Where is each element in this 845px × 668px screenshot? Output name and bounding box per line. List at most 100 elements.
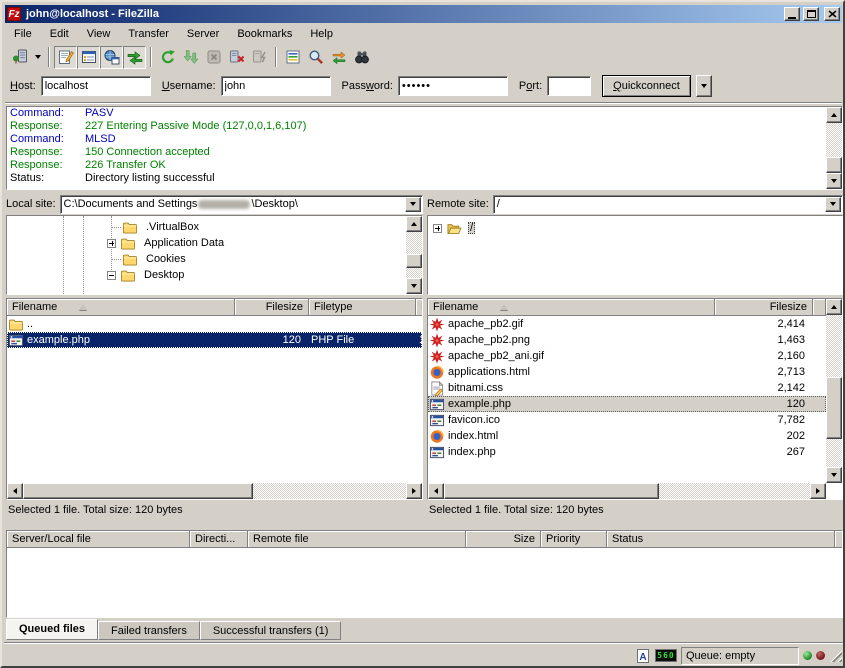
synchronized-browsing-button[interactable] [327, 46, 350, 69]
scrollbar-thumb[interactable] [826, 157, 842, 173]
minimize-button[interactable] [784, 7, 800, 21]
tab-failed-transfers[interactable]: Failed transfers [98, 621, 200, 640]
scroll-right-button[interactable] [406, 483, 422, 499]
scrollbar-track[interactable] [23, 483, 406, 499]
local-list-hscrollbar[interactable] [7, 483, 422, 499]
combo-dropdown-button[interactable] [405, 197, 421, 212]
expand-icon[interactable] [433, 224, 442, 233]
scrollbar-track[interactable] [826, 315, 842, 467]
log-scrollbar[interactable] [826, 107, 842, 189]
scroll-left-button[interactable] [7, 483, 23, 499]
queue-column-priority[interactable]: Priority [541, 531, 607, 548]
column-header-last-modified[interactable]: L [416, 299, 423, 316]
refresh-button[interactable] [156, 46, 179, 69]
scroll-down-button[interactable] [826, 173, 842, 189]
file-row[interactable]: apache_pb2_ani.gif2,160 [428, 348, 826, 364]
site-manager-dropdown[interactable] [31, 46, 44, 69]
file-row[interactable]: favicon.ico7,782 [428, 412, 826, 428]
directory-filters-button[interactable] [281, 46, 304, 69]
tree-item-desktop[interactable]: Desktop [107, 267, 186, 283]
remote-list-vscrollbar[interactable] [826, 299, 842, 483]
menu-server[interactable]: Server [178, 26, 228, 42]
scrollbar-thumb[interactable] [444, 483, 659, 499]
transfer-type-ascii-icon[interactable] [635, 648, 651, 664]
column-header-filesize[interactable]: Filesize [235, 299, 309, 316]
scroll-right-button[interactable] [810, 483, 826, 499]
disconnect-button[interactable] [225, 46, 248, 69]
message-log[interactable]: Command:PASV Response:227 Entering Passi… [6, 106, 843, 190]
maximize-button[interactable] [803, 7, 819, 21]
reconnect-button[interactable] [248, 46, 271, 69]
local-site-combobox[interactable]: C:\Documents and Settings\Desktop\ [60, 195, 423, 214]
scroll-down-button[interactable] [826, 467, 842, 483]
tab-successful-transfers[interactable]: Successful transfers (1) [200, 621, 342, 640]
close-button[interactable] [824, 7, 840, 21]
expand-icon[interactable] [107, 239, 116, 248]
scroll-up-button[interactable] [826, 299, 842, 315]
combo-dropdown-button[interactable] [825, 197, 841, 212]
quickconnect-dropdown[interactable] [696, 75, 712, 97]
title-bar[interactable]: Fz john@localhost - FileZilla [5, 5, 842, 23]
file-row[interactable]: bitnami.css2,142 [428, 380, 826, 396]
scrollbar-thumb[interactable] [23, 483, 253, 499]
column-header-filename[interactable]: Filename [428, 299, 715, 316]
scrollbar-track[interactable] [826, 123, 842, 173]
file-row-example-php[interactable]: example.php 120 PHP File 1 [7, 332, 422, 348]
directory-comparison-button[interactable] [304, 46, 327, 69]
username-input[interactable] [221, 76, 331, 96]
tree-item-virtualbox[interactable]: .VirtualBox [121, 219, 201, 235]
scroll-left-button[interactable] [428, 483, 444, 499]
queue-column-direction[interactable]: Directi... [190, 531, 248, 548]
queue-empty-area[interactable] [7, 548, 842, 617]
speed-limit-icon[interactable]: 560 [655, 649, 677, 662]
quickconnect-button[interactable]: Quickconnect [602, 75, 691, 97]
file-row[interactable]: applications.html2,713 [428, 364, 826, 380]
menu-transfer[interactable]: Transfer [119, 26, 178, 42]
column-header-filesize[interactable]: Filesize [715, 299, 813, 316]
tree-item-root[interactable]: / [433, 220, 475, 236]
file-row[interactable]: index.php267 [428, 444, 826, 460]
file-row[interactable]: apache_pb2.gif2,414 [428, 316, 826, 332]
scroll-up-button[interactable] [406, 216, 422, 232]
scrollbar-track[interactable] [444, 483, 810, 499]
find-files-button[interactable] [350, 46, 373, 69]
remote-site-combobox[interactable]: / [493, 195, 843, 214]
queue-column-remote-file[interactable]: Remote file [248, 531, 466, 548]
resize-grip[interactable] [829, 649, 842, 662]
remote-directory-tree[interactable]: / [427, 215, 843, 295]
host-input[interactable] [41, 76, 151, 96]
menu-view[interactable]: View [78, 26, 120, 42]
column-header-filename[interactable]: Filename [7, 299, 235, 316]
local-tree-scrollbar[interactable] [406, 216, 422, 294]
queue-column-status[interactable]: Status [607, 531, 835, 548]
tree-item-cookies[interactable]: Cookies [121, 251, 188, 267]
tab-queued-files[interactable]: Queued files [6, 619, 98, 640]
file-row[interactable]: index.html202 [428, 428, 826, 444]
file-row[interactable]: apache_pb2.png1,463 [428, 332, 826, 348]
file-row-example-php[interactable]: example.php120 [428, 396, 826, 412]
toggle-local-tree-button[interactable] [77, 46, 100, 69]
password-input[interactable] [398, 76, 508, 96]
collapse-icon[interactable] [107, 271, 116, 280]
local-directory-tree[interactable]: .VirtualBox Application Data Cookies Des… [6, 215, 423, 295]
menu-bookmarks[interactable]: Bookmarks [228, 26, 301, 42]
toggle-transfer-queue-button[interactable] [123, 46, 146, 69]
scroll-up-button[interactable] [826, 107, 842, 123]
process-queue-button[interactable] [179, 46, 202, 69]
site-manager-button[interactable] [8, 46, 31, 69]
menu-file[interactable]: File [5, 26, 41, 42]
cancel-operation-button[interactable] [202, 46, 225, 69]
menu-edit[interactable]: Edit [41, 26, 78, 42]
toggle-remote-tree-button[interactable] [100, 46, 123, 69]
queue-column-size[interactable]: Size [466, 531, 541, 548]
tree-item-application-data[interactable]: Application Data [107, 235, 226, 251]
remote-list-hscrollbar[interactable] [428, 483, 826, 499]
queue-column-server-local-file[interactable]: Server/Local file [7, 531, 190, 548]
port-input[interactable] [547, 76, 591, 96]
scrollbar-thumb[interactable] [826, 377, 842, 439]
toggle-message-log-button[interactable] [54, 46, 77, 69]
file-row-parent-dir[interactable]: .. [7, 316, 422, 332]
menu-help[interactable]: Help [301, 26, 342, 42]
scrollbar-track[interactable] [406, 232, 422, 278]
scroll-down-button[interactable] [406, 278, 422, 294]
